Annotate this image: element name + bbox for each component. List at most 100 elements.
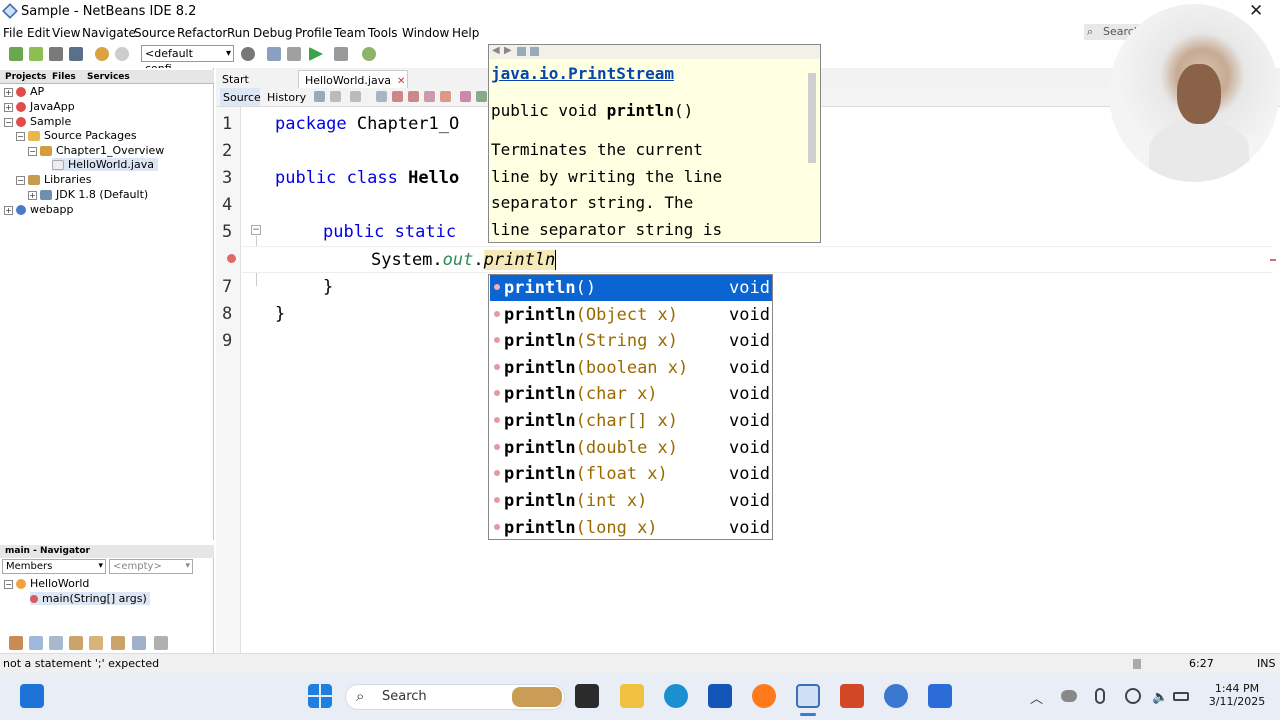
tree-item-ap[interactable]: + AP [4, 85, 44, 98]
filter-nonpublic-icon[interactable] [69, 636, 83, 650]
members-select[interactable]: Members [2, 559, 106, 574]
config-select[interactable]: <default confi... [141, 45, 234, 75]
expand-icon[interactable]: + [4, 102, 13, 112]
profile-icon[interactable] [362, 47, 376, 61]
build-icon[interactable] [267, 47, 281, 61]
battery-icon[interactable] [1173, 692, 1189, 701]
code-line-5[interactable]: public static [323, 222, 456, 242]
menu-run[interactable]: Run [227, 26, 250, 40]
tree-item-package[interactable]: − Chapter1_Overview [28, 144, 164, 157]
taskbar-search[interactable]: ⌕ Search [345, 684, 565, 710]
tree-item-helloworld-java[interactable]: HelloWorld.java [52, 158, 158, 171]
forward-icon[interactable] [350, 91, 361, 102]
javadoc-scrollbar[interactable] [808, 73, 816, 163]
tree-item-javaapp[interactable]: + JavaApp [4, 100, 75, 113]
menu-file[interactable]: File [3, 26, 23, 40]
code-line-6[interactable]: System.out.println [371, 250, 557, 270]
code-line-1[interactable]: package Chapter1_O [275, 114, 459, 134]
close-icon[interactable]: ✕ [1249, 1, 1263, 21]
collapse-icon[interactable]: − [4, 579, 13, 589]
globe-icon[interactable] [1125, 688, 1141, 704]
error-stripe-mark[interactable] [1270, 259, 1276, 261]
clean-build-icon[interactable] [287, 47, 301, 61]
filter-static-icon[interactable] [49, 636, 63, 650]
menu-view[interactable]: View [52, 26, 80, 40]
find-prev-icon[interactable] [392, 91, 403, 102]
menu-source[interactable]: Source [134, 26, 175, 40]
tab-files[interactable]: Files [52, 72, 76, 82]
navigator-class[interactable]: − HelloWorld [4, 577, 89, 590]
fold-icon[interactable]: − [251, 225, 261, 235]
tab-projects[interactable]: Projects [5, 72, 46, 82]
forward-icon[interactable]: ▶ [504, 45, 512, 56]
filter-icon[interactable] [9, 636, 23, 650]
close-icon[interactable]: ✕ [397, 76, 405, 87]
empty-select[interactable]: <empty> [109, 559, 193, 574]
netbeans-taskbar-icon[interactable] [796, 684, 820, 708]
expand-icon[interactable]: + [4, 87, 13, 97]
completion-item[interactable]: println() void [490, 275, 772, 301]
menu-window[interactable]: Window [402, 26, 449, 40]
completion-item[interactable]: println(String x) void [490, 328, 772, 354]
collapse-icon[interactable]: − [4, 117, 13, 127]
collapse-icon[interactable]: − [16, 131, 25, 141]
menu-help[interactable]: Help [452, 26, 479, 40]
debug-icon[interactable] [334, 47, 348, 61]
microphone-icon[interactable] [1095, 688, 1105, 704]
source-button[interactable]: Source [220, 88, 261, 106]
find-next-icon[interactable] [408, 91, 419, 102]
last-edit-icon[interactable] [314, 91, 325, 102]
menu-debug[interactable]: Debug [253, 26, 292, 40]
tree-item-source-packages[interactable]: − Source Packages [16, 129, 137, 142]
code-line-7[interactable]: } [323, 277, 333, 297]
edge-icon[interactable] [664, 684, 688, 708]
code-line-3[interactable]: public class Hello [275, 168, 459, 188]
completion-item[interactable]: println(double x) void [490, 435, 772, 461]
sort-alpha-icon[interactable] [132, 636, 146, 650]
expand-icon[interactable]: + [4, 205, 13, 215]
app-icon[interactable] [928, 684, 952, 708]
completion-item[interactable]: println(int x) void [490, 488, 772, 514]
new-project-icon[interactable] [29, 47, 43, 61]
back-icon[interactable] [330, 91, 341, 102]
prev-bookmark-icon[interactable] [460, 91, 471, 102]
menu-tools[interactable]: Tools [368, 26, 398, 40]
cloud-icon[interactable] [1061, 690, 1077, 702]
find-icon[interactable] [376, 91, 387, 102]
powerpoint-icon[interactable] [840, 684, 864, 708]
toggle-highlight-icon[interactable] [424, 91, 435, 102]
tab-start-page[interactable]: Start Page✕ [216, 70, 296, 99]
collapse-icon[interactable]: − [16, 175, 25, 185]
settings-icon[interactable] [884, 684, 908, 708]
filter-fields-icon[interactable] [29, 636, 43, 650]
completion-item[interactable]: println(boolean x) void [490, 355, 772, 381]
undo-icon[interactable] [95, 47, 109, 61]
notifications-icon[interactable] [1133, 659, 1141, 669]
code-line-8[interactable]: } [275, 304, 285, 324]
redo-icon[interactable] [115, 47, 129, 61]
tab-services[interactable]: Services [87, 72, 130, 82]
completion-item[interactable]: println(long x) void [490, 515, 772, 541]
collapse-icon[interactable]: − [28, 146, 37, 156]
tab-navigator[interactable]: main - Navigator [5, 546, 90, 556]
completion-item[interactable]: println(char[] x) void [490, 408, 772, 434]
widgets-icon[interactable] [20, 684, 44, 708]
chevron-up-icon[interactable]: ︿ [1030, 688, 1043, 707]
store-icon[interactable] [708, 684, 732, 708]
menu-refactor[interactable]: Refactor [177, 26, 227, 40]
tree-item-sample[interactable]: − Sample [4, 115, 71, 128]
volume-icon[interactable]: 🔈 [1152, 690, 1168, 705]
javadoc-class-link[interactable]: java.io.PrintStream [491, 64, 674, 83]
menu-profile[interactable]: Profile [295, 26, 332, 40]
firefox-icon[interactable] [752, 684, 776, 708]
run-icon[interactable] [309, 47, 323, 61]
config-gear-icon[interactable] [241, 47, 255, 61]
new-file-icon[interactable] [9, 47, 23, 61]
navigator-method[interactable]: main(String[] args) [30, 592, 150, 605]
next-bookmark-icon[interactable] [476, 91, 487, 102]
menu-navigate[interactable]: Navigate [82, 26, 136, 40]
completion-item[interactable]: println(float x) void [490, 461, 772, 487]
tree-item-webapp[interactable]: + webapp [4, 203, 73, 216]
tree-item-libraries[interactable]: − Libraries [16, 173, 92, 186]
save-all-icon[interactable] [69, 47, 83, 61]
